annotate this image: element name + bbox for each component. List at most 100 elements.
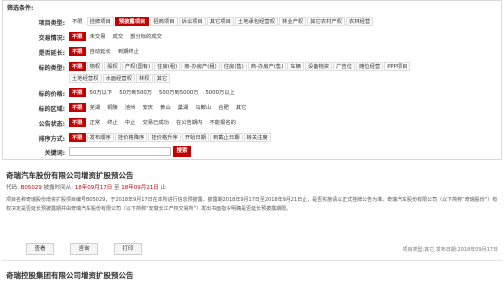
end-date: 18年09月21日	[121, 185, 159, 191]
filter-option[interactable]: 发布顺序	[86, 133, 114, 142]
filter-option[interactable]: 林权	[136, 74, 153, 83]
filter-option[interactable]: 转关注度	[243, 133, 271, 142]
keyword-label: 关键词:	[44, 150, 65, 157]
filter-option[interactable]: 车辆	[287, 62, 304, 71]
filter-option[interactable]: 商-办房产(售)	[247, 62, 287, 71]
filter-option[interactable]: 农林经营	[346, 17, 374, 26]
filter-option[interactable]: 物权	[86, 62, 104, 71]
filter-row: 排序方式: 不限 发布顺序 挂价格降序 挂价格升序 开始日期 到截止日期 转关注度	[3, 132, 501, 143]
filter-options: 不限 未交易 成交 部分标的成交	[69, 32, 495, 43]
filter-label: 是否延长:	[38, 50, 65, 57]
filter-option[interactable]: 土地承包经营权	[234, 17, 279, 26]
filter-option[interactable]: 50万以下	[87, 88, 116, 97]
filter-label: 标的价格:	[38, 91, 65, 98]
filter-option[interactable]: PPP项目	[384, 62, 411, 71]
filter-option[interactable]: 挂价格升序	[148, 133, 181, 142]
filter-option[interactable]: 合肥	[215, 103, 232, 112]
filter-options: 不限 自动延长 到期终止	[69, 47, 495, 58]
divider	[2, 260, 502, 261]
filter-option[interactable]: 商-办房产(租)	[181, 62, 220, 71]
filter-options: 不限 正常 终止 中止 交易已成功 在公告期内 不能报名的	[69, 118, 495, 129]
filter-row: 公告状态: 不限 正常 终止 中止 交易已成功 在公告期内 不能报名的	[3, 117, 501, 128]
filter-option[interactable]: 池州	[122, 103, 139, 112]
filter-row: 标的区域: 不限 芜湖 铜陵 池州 安庆 黄山 巢湖 马鞍山 合肥 其它	[3, 102, 501, 113]
result-meta: 代码: B05029 披露时间从: 18年09月17日 至 18年09月21日 …	[6, 183, 166, 191]
filter-option[interactable]: 股权	[104, 62, 121, 71]
filter-option[interactable]: 终止	[104, 118, 121, 127]
filter-option[interactable]: 挂牌项目	[86, 17, 114, 26]
filter-option[interactable]: 不限	[69, 118, 86, 127]
filter-label: 交易情况:	[38, 35, 65, 42]
panel-title: 筛选条件:	[7, 5, 34, 12]
print-button[interactable]: 打印	[114, 243, 142, 255]
filter-option[interactable]: 到截止日期	[210, 133, 243, 142]
period-label: 披露时间从:	[43, 185, 73, 191]
filter-option[interactable]: 预披露项目	[114, 17, 150, 26]
filter-option[interactable]: 其它农村产权	[307, 17, 346, 26]
view-button[interactable]: 查看	[26, 243, 54, 255]
filter-option[interactable]: 500万到5000万	[156, 88, 201, 97]
consult-button[interactable]: 咨询	[70, 243, 98, 255]
filter-option[interactable]: 林业产权	[279, 17, 307, 26]
filter-option[interactable]: 不限	[69, 32, 86, 41]
filter-option[interactable]: 不限	[69, 133, 86, 142]
filter-option[interactable]: 诉讼项目	[178, 17, 206, 26]
filter-option[interactable]: 部分标的成交	[127, 32, 165, 41]
filter-option[interactable]: 50万到500万	[116, 88, 155, 97]
filter-option[interactable]: 自动延长	[87, 47, 114, 56]
filter-option[interactable]: 5000万以上	[202, 88, 237, 97]
next-result-title[interactable]: 奇瑞控股集团有限公司增资扩股预公告	[6, 270, 134, 281]
filter-option[interactable]: 到期终止	[115, 47, 142, 56]
filter-options: 不限 发布顺序 挂价格降序 挂价格升序 开始日期 到截止日期 转关注度	[69, 133, 495, 144]
filter-option[interactable]: 其它项目	[206, 17, 234, 26]
filter-option[interactable]: 其它	[233, 103, 250, 112]
filter-option[interactable]: 广告位	[333, 62, 355, 71]
code-label: 代码:	[6, 185, 19, 191]
filter-label: 标的区域:	[38, 106, 65, 113]
filter-row: 土地经营权 水面经营权 林权 其它	[3, 73, 501, 84]
result-title[interactable]: 奇瑞汽车股份有限公司增资扩股预公告	[6, 170, 134, 181]
filter-panel: 筛选条件: 项目类型: 不限 挂牌项目 预披露项目 招商项目 诉讼项目 其它项目 土地承包经营…	[2, 0, 502, 160]
filter-option[interactable]: 未交易	[87, 32, 109, 41]
filter-row: 标的类型: 不限 物权 股权 产权(国有) 住房(租) 商-办房产(租) 住房(售) 商-办房产…	[3, 61, 501, 72]
filter-row: 交易情况: 不限 未交易 成交 部分标的成交	[3, 31, 501, 42]
filter-option[interactable]: 芜湖	[87, 103, 104, 112]
filter-option[interactable]: 其它	[153, 74, 171, 83]
result-right-meta: 项目类型:其它 发布日期:2018年09月17日	[402, 247, 498, 253]
filter-option[interactable]: 挂价格降序	[114, 133, 148, 142]
search-button[interactable]: 搜索	[173, 146, 191, 157]
filter-label: 排序方式:	[38, 136, 65, 143]
filter-option[interactable]: 不能报名的	[206, 118, 239, 127]
filter-option[interactable]: 在公告期内	[173, 118, 206, 127]
filter-option[interactable]: 设备物资	[304, 62, 333, 71]
filter-option[interactable]: 黄山	[157, 103, 174, 112]
filter-option[interactable]: 住房(租)	[154, 62, 181, 71]
filter-option[interactable]: 招商项目	[150, 17, 178, 26]
filter-option[interactable]: 水面经营权	[102, 74, 135, 83]
filter-row: 标的价格: 不限 50万以下 50万到500万 500万到5000万 5000万以上	[3, 87, 501, 98]
filter-option[interactable]: 铜陵	[104, 103, 121, 112]
filter-option[interactable]: 中止	[122, 118, 139, 127]
keyword-input[interactable]	[69, 147, 171, 156]
filter-option[interactable]: 摊位经营	[356, 62, 384, 71]
filter-option[interactable]: 交易已成功	[139, 118, 172, 127]
start-date: 18年09月17日	[74, 185, 113, 191]
filter-option[interactable]: 巢湖	[175, 103, 192, 112]
filter-option[interactable]: 不限	[69, 47, 86, 56]
filter-option[interactable]: 马鞍山	[192, 103, 214, 112]
filter-option[interactable]: 土地经营权	[69, 74, 102, 83]
filter-option[interactable]: 开始日期	[181, 133, 210, 142]
filter-option[interactable]: 成交	[110, 32, 127, 41]
filter-option[interactable]: 住房(售)	[220, 62, 247, 71]
filter-label: 公告状态:	[38, 121, 65, 128]
filter-option[interactable]: 不限	[69, 17, 86, 26]
filter-option[interactable]: 不限	[69, 88, 86, 97]
filter-row: 是否延长: 不限 自动延长 到期终止	[3, 46, 501, 57]
filter-option[interactable]: 安庆	[139, 103, 156, 112]
filter-option[interactable]: 不限	[69, 103, 86, 112]
filter-options: 土地经营权 水面经营权 林权 其它	[69, 74, 495, 85]
filter-option[interactable]: 不限	[69, 62, 86, 71]
period-suffix: 止	[160, 185, 167, 191]
filter-option[interactable]: 产权(国有)	[121, 62, 154, 71]
filter-option[interactable]: 正常	[87, 118, 104, 127]
